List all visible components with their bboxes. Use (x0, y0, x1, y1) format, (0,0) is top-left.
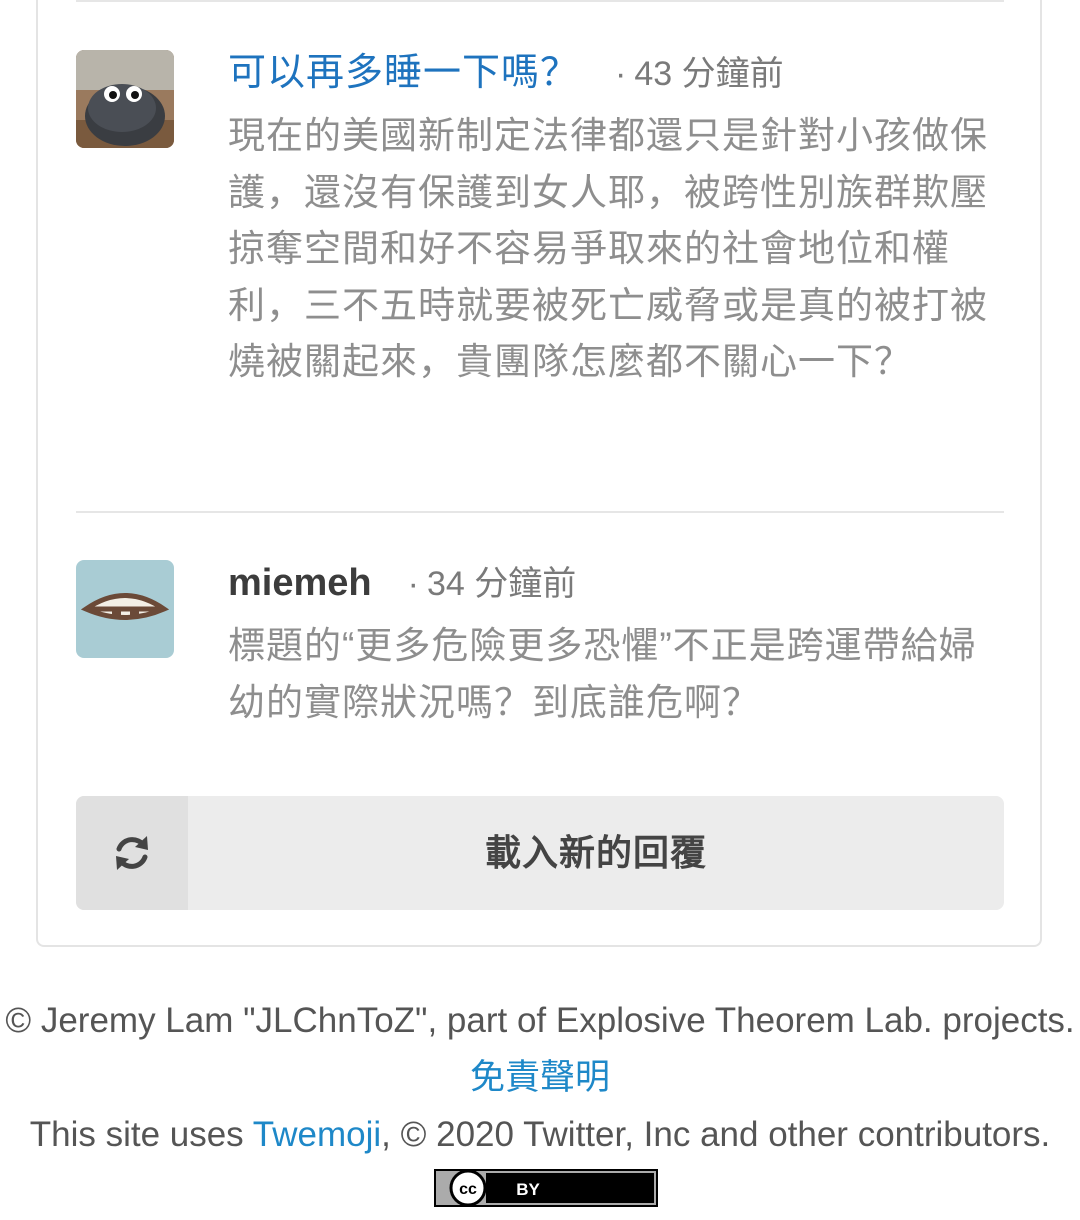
footer-copyright-text: © Jeremy Lam "JLChnToZ", part of Explosi… (5, 1001, 1075, 1040)
comment-time-text: 43 分鐘前 (634, 55, 784, 93)
site-footer: © Jeremy Lam "JLChnToZ", part of Explosi… (0, 992, 1080, 1220)
comment-author[interactable]: miemeh (228, 562, 372, 604)
load-new-replies-button[interactable]: 載入新的回覆 (76, 796, 1004, 910)
footer-twemoji-pre: This site uses (29, 1115, 244, 1154)
cc-badge-text: cc (459, 1181, 477, 1198)
avatar-rock-icon (76, 50, 174, 148)
time-separator: · (615, 55, 627, 93)
refresh-icon-box (76, 796, 188, 910)
load-new-replies-label: 載入新的回覆 (484, 832, 707, 873)
footer-copyright-line: © Jeremy Lam "JLChnToZ", part of Explosi… (0, 992, 1080, 1106)
comment-time-text: 34 分鐘前 (426, 565, 577, 603)
time-separator: · (407, 565, 419, 603)
comment-author-link[interactable]: 可以再多睡一下嗎？ (228, 52, 579, 94)
avatar-eye-icon (76, 560, 174, 658)
disclaimer-link[interactable]: 免責聲明 (470, 1058, 610, 1097)
comment-body: 標題的“更多危險更多恐懼”不正是跨運帶給婦幼的實際狀況嗎？到底誰危啊？ (228, 625, 977, 723)
footer-twemoji-line: This site uses Twemoji, © 2020 Twitter, … (0, 1106, 1080, 1220)
comment-header: 可以再多睡一下嗎？ · 43 分鐘前 (228, 50, 784, 96)
cc-badge-by-text: BY (516, 1180, 540, 1199)
footer-twemoji-post: , © 2020 Twitter, Inc and other contribu… (381, 1115, 1051, 1154)
twemoji-link[interactable]: Twemoji (253, 1115, 381, 1154)
refresh-icon (116, 836, 148, 870)
avatar[interactable] (76, 50, 174, 148)
comment-body: 現在的美國新制定法律都還只是針對小孩做保護，還沒有保護到女人耶，被跨性別族群欺壓… (228, 115, 988, 382)
comment-time[interactable]: · 43 分鐘前 (615, 55, 784, 93)
comment-time[interactable]: · 34 分鐘前 (408, 565, 577, 603)
comment-divider (76, 0, 1004, 2)
avatar[interactable] (76, 560, 174, 658)
cc-by-license-badge[interactable]: cc BY (434, 1168, 658, 1207)
comment-header: miemeh · 34 分鐘前 (228, 560, 576, 606)
comment-divider (76, 511, 1004, 513)
